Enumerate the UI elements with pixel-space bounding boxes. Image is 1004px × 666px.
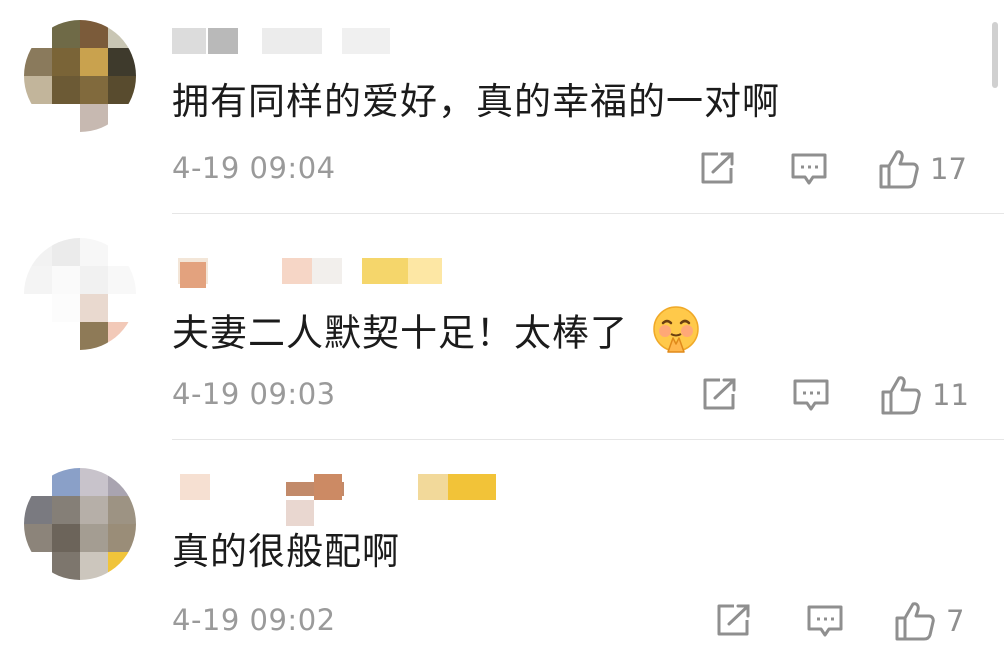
avatar[interactable] bbox=[24, 468, 136, 580]
reply-button[interactable] bbox=[806, 602, 844, 640]
share-icon bbox=[703, 378, 736, 410]
comment-item: 夫妻二人默契十足！太棒了 4-19 09:03 11 bbox=[0, 214, 1004, 440]
comment-text: 夫妻二人默契十足！太棒了 bbox=[172, 304, 701, 366]
comment-time: 4-19 09:03 bbox=[172, 377, 336, 411]
reply-button[interactable] bbox=[792, 376, 830, 414]
share-button[interactable] bbox=[700, 376, 740, 412]
comment-text: 真的很般配啊 bbox=[172, 530, 400, 573]
thumbs-up-icon bbox=[881, 376, 921, 415]
thumbs-up-icon bbox=[879, 150, 919, 189]
like-button[interactable]: 17 bbox=[878, 148, 967, 190]
comment-icon bbox=[793, 379, 829, 411]
share-icon bbox=[701, 152, 734, 184]
comment-time: 4-19 09:02 bbox=[172, 603, 336, 637]
avatar[interactable] bbox=[24, 20, 136, 132]
share-button[interactable] bbox=[698, 150, 738, 186]
comment-icon bbox=[791, 153, 827, 185]
like-button[interactable]: 11 bbox=[880, 374, 969, 416]
reply-button[interactable] bbox=[790, 150, 828, 188]
like-button[interactable]: 7 bbox=[894, 600, 964, 642]
comment-text-content: 夫妻二人默契十足！太棒了 bbox=[172, 311, 628, 355]
comment-item: 真的很般配啊 4-19 09:02 7 bbox=[0, 440, 1004, 666]
like-count: 11 bbox=[932, 378, 969, 412]
thumbs-up-icon bbox=[895, 602, 935, 641]
like-count: 7 bbox=[946, 604, 965, 638]
comment-icon bbox=[807, 605, 843, 637]
comment-text: 拥有同样的爱好，真的幸福的一对啊 bbox=[172, 80, 780, 123]
comment-time: 4-19 09:04 bbox=[172, 151, 336, 185]
pleading-hands-emoji bbox=[651, 304, 701, 366]
comment-item: 拥有同样的爱好，真的幸福的一对啊 4-19 09:04 17 bbox=[0, 0, 1004, 214]
like-count: 17 bbox=[930, 152, 967, 186]
share-button[interactable] bbox=[714, 602, 754, 638]
avatar[interactable] bbox=[24, 238, 136, 350]
share-icon bbox=[717, 604, 750, 636]
